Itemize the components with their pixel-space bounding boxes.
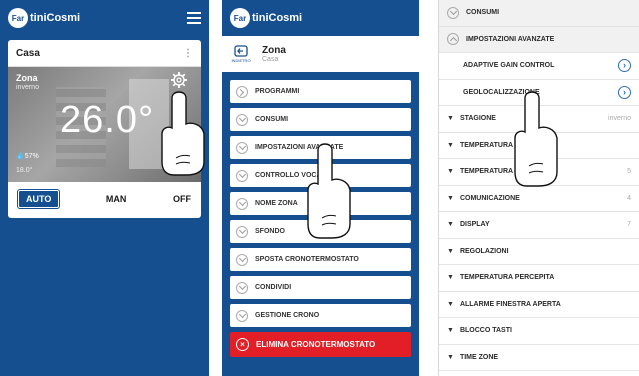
phone-screen-advanced-settings: CONSUMI IMPOSTAZIONI AVANZATE ADAPTIVE G…: [438, 0, 639, 376]
row-adaptive-gain-control[interactable]: ADAPTIVE GAIN CONTROL ›: [439, 53, 639, 80]
zone-menu: PROGRAMMI CONSUMI IMPOSTAZIONI AVANZATE …: [230, 80, 411, 357]
brand-logo: Far tiniCosmi: [230, 8, 302, 28]
chevron-down-icon: ▼: [447, 168, 454, 176]
arrow-right-circle-icon[interactable]: ›: [618, 85, 631, 99]
zone-title: Zona: [262, 45, 286, 56]
close-icon: ×: [236, 338, 249, 351]
chevron-down-icon: ▼: [447, 115, 454, 123]
row-time-zone[interactable]: ▼ TIME ZONE: [439, 345, 639, 371]
zone-subtitle: Casa: [262, 56, 279, 63]
phone-screen-home: Far tiniCosmi Casa ⋮ Zona inverno 26.0° …: [0, 0, 209, 376]
row-stagione[interactable]: ▼ STAGIONE inverno: [439, 106, 639, 133]
zone-background-image[interactable]: Zona inverno 26.0° 💧57% 18.0°: [8, 67, 201, 182]
chevron-down-icon: ▼: [447, 353, 454, 361]
settings-gear-icon[interactable]: [170, 71, 188, 89]
zone-header: INDIETRO Zona Casa: [222, 36, 419, 72]
menu-item-controllo-vocale[interactable]: CONTROLLO VOCALE: [230, 164, 411, 187]
chevron-down-icon: [447, 6, 459, 19]
zone-name: Zona: [16, 73, 38, 83]
row-comunicazione[interactable]: ▼ COMUNICAZIONE 4: [439, 186, 639, 212]
chevron-down-icon: ▼: [447, 221, 454, 229]
house-name: Casa: [16, 47, 40, 59]
chevron-down-icon: ▼: [447, 300, 454, 308]
zone-card: Casa ⋮ Zona inverno 26.0° 💧57% 18.0° AUT…: [8, 40, 201, 218]
humidity-reading: 💧57%: [16, 153, 39, 160]
row-regolazioni[interactable]: ▼ REGOLAZIONI: [439, 239, 639, 265]
row-geolocalizzazione[interactable]: GEOLOCALIZZAZIONE ›: [439, 79, 639, 106]
arrow-right-circle-icon[interactable]: ›: [618, 59, 631, 73]
menu-item-nome-zona[interactable]: NOME ZONA: [230, 192, 411, 215]
chevron-down-icon: [236, 141, 248, 154]
section-consumi[interactable]: CONSUMI: [439, 0, 639, 27]
chevron-down-icon: [236, 113, 248, 126]
chevron-down-icon: ▼: [447, 247, 454, 255]
row-temperatura-percepita[interactable]: ▼ TEMPERATURA PERCEPITA: [439, 265, 639, 292]
chevron-down-icon: [236, 197, 248, 210]
top-bar: Far tiniCosmi: [222, 0, 419, 36]
chevron-down-icon: [236, 169, 248, 182]
chevron-down-icon: [236, 253, 248, 266]
chevron-down-icon: [236, 309, 248, 322]
chevron-down-icon: ▼: [447, 274, 454, 282]
menu-item-condividi[interactable]: CONDIVIDI: [230, 276, 411, 299]
droplet-icon: 💧: [16, 153, 25, 160]
top-bar: Far tiniCosmi: [0, 0, 209, 36]
phone-screen-zone-menu: Far tiniCosmi INDIETRO Zona Casa PROGRAM…: [222, 0, 419, 376]
menu-item-sposta-cronotermostato[interactable]: SPOSTA CRONOTERMOSTATO: [230, 248, 411, 271]
row-temperatura-assente[interactable]: ▼ TEMPERATURA ASSENTE: [439, 133, 639, 159]
menu-item-consumi[interactable]: CONSUMI: [230, 108, 411, 131]
delete-thermostat-button[interactable]: × ELIMINA CRONOTERMOSTATO: [230, 332, 411, 357]
back-arrow-icon: [234, 45, 248, 57]
zone-season: inverno: [16, 84, 39, 91]
mode-off-button[interactable]: OFF: [173, 194, 191, 204]
menu-item-sfondo[interactable]: SFONDO: [230, 220, 411, 243]
hamburger-menu-icon[interactable]: [187, 12, 201, 24]
menu-item-impostazioni-avanzate[interactable]: IMPOSTAZIONI AVANZATE: [230, 136, 411, 159]
back-button[interactable]: INDIETRO: [230, 45, 252, 63]
chevron-up-icon: [447, 33, 459, 46]
chevron-right-icon: [236, 85, 248, 98]
mode-man-button[interactable]: MAN: [106, 194, 127, 204]
menu-item-gestione-crono[interactable]: GESTIONE CRONO: [230, 304, 411, 327]
mode-selector: AUTO MAN OFF: [8, 190, 201, 208]
mode-auto-button[interactable]: AUTO: [18, 190, 60, 208]
chevron-down-icon: [236, 225, 248, 238]
chevron-down-icon: ▼: [447, 141, 454, 149]
row-temperatura-antigelo[interactable]: ▼ TEMPERATURA ANTIGELO 5: [439, 159, 639, 186]
more-vertical-icon[interactable]: ⋮: [183, 48, 193, 59]
section-impostazioni-avanzate[interactable]: IMPOSTAZIONI AVANZATE: [439, 26, 639, 53]
brand-logo: Far tiniCosmi: [8, 8, 80, 28]
chevron-down-icon: ▼: [447, 327, 454, 335]
chevron-down-icon: [236, 281, 248, 294]
row-blocco-tasti[interactable]: ▼ BLOCCO TASTI: [439, 318, 639, 345]
chevron-down-icon: ▼: [447, 194, 454, 202]
row-allarme-finestra-aperta[interactable]: ▼ ALLARME FINESTRA APERTA: [439, 292, 639, 318]
row-display[interactable]: ▼ DISPLAY 7: [439, 212, 639, 239]
current-temperature: 26.0°: [60, 99, 155, 141]
house-selector[interactable]: Casa ⋮: [8, 40, 201, 67]
menu-item-programmi[interactable]: PROGRAMMI: [230, 80, 411, 103]
setpoint-temperature: 18.0°: [16, 167, 33, 174]
